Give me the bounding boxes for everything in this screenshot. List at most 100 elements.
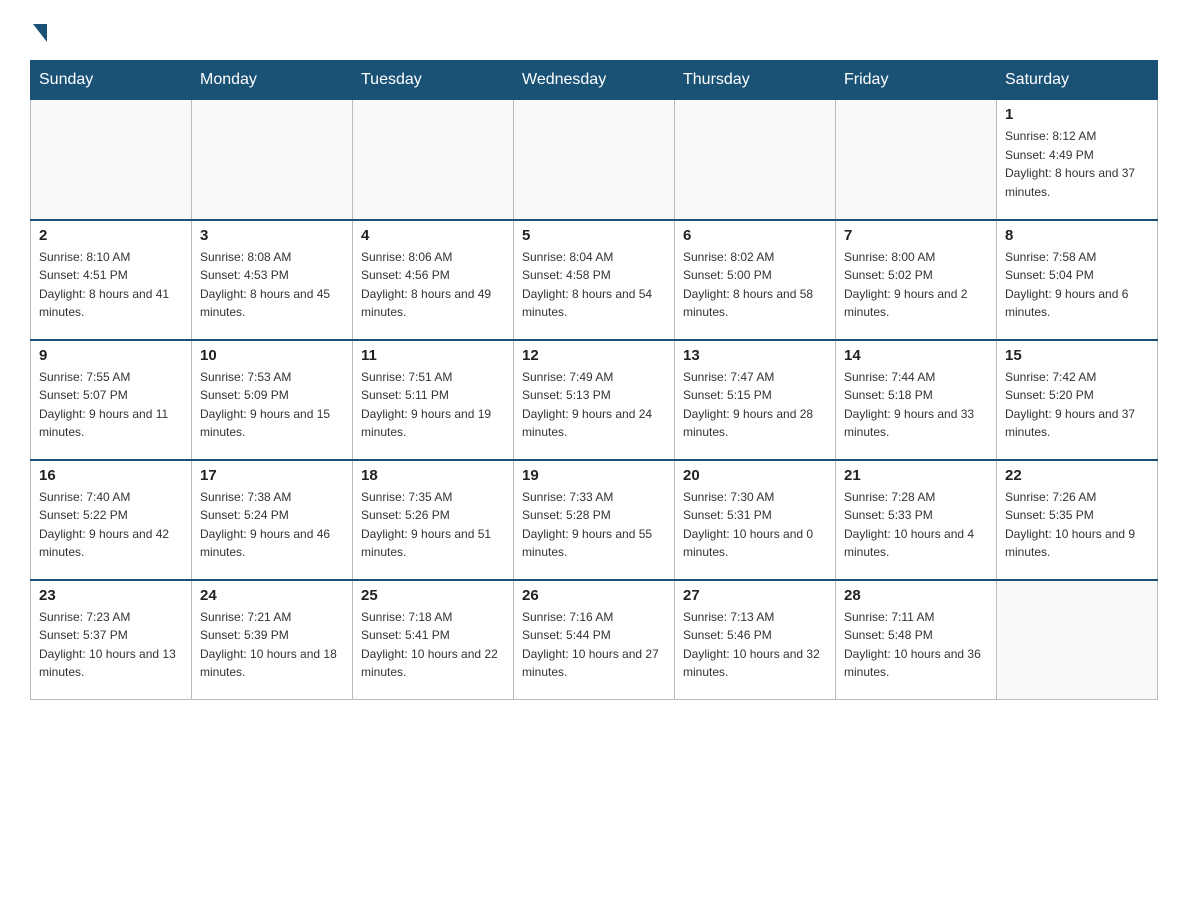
day-info: Sunrise: 8:02 AMSunset: 5:00 PMDaylight:… (683, 248, 827, 322)
day-number: 7 (844, 227, 988, 244)
day-info: Sunrise: 7:11 AMSunset: 5:48 PMDaylight:… (844, 608, 988, 682)
day-number: 19 (522, 467, 666, 484)
calendar-cell: 3 Sunrise: 8:08 AMSunset: 4:53 PMDaylight… (192, 220, 353, 340)
day-number: 26 (522, 587, 666, 604)
calendar-cell (353, 100, 514, 220)
day-number: 16 (39, 467, 183, 484)
weekday-header-saturday: Saturday (997, 61, 1158, 100)
day-info: Sunrise: 7:21 AMSunset: 5:39 PMDaylight:… (200, 608, 344, 682)
day-info: Sunrise: 7:58 AMSunset: 5:04 PMDaylight:… (1005, 248, 1149, 322)
weekday-header-thursday: Thursday (675, 61, 836, 100)
calendar-cell: 8 Sunrise: 7:58 AMSunset: 5:04 PMDaylight… (997, 220, 1158, 340)
calendar-cell (675, 100, 836, 220)
calendar-cell: 22 Sunrise: 7:26 AMSunset: 5:35 PMDayligh… (997, 460, 1158, 580)
weekday-header-wednesday: Wednesday (514, 61, 675, 100)
day-info: Sunrise: 8:06 AMSunset: 4:56 PMDaylight:… (361, 248, 505, 322)
day-number: 14 (844, 347, 988, 364)
day-number: 18 (361, 467, 505, 484)
calendar-cell (997, 580, 1158, 700)
day-info: Sunrise: 7:51 AMSunset: 5:11 PMDaylight:… (361, 368, 505, 442)
day-number: 4 (361, 227, 505, 244)
calendar-cell: 5 Sunrise: 8:04 AMSunset: 4:58 PMDaylight… (514, 220, 675, 340)
calendar-cell (31, 100, 192, 220)
calendar-cell: 23 Sunrise: 7:23 AMSunset: 5:37 PMDayligh… (31, 580, 192, 700)
calendar-week-5: 23 Sunrise: 7:23 AMSunset: 5:37 PMDayligh… (31, 580, 1158, 700)
day-number: 5 (522, 227, 666, 244)
day-info: Sunrise: 7:35 AMSunset: 5:26 PMDaylight:… (361, 488, 505, 562)
day-number: 13 (683, 347, 827, 364)
calendar-cell: 18 Sunrise: 7:35 AMSunset: 5:26 PMDayligh… (353, 460, 514, 580)
day-info: Sunrise: 7:13 AMSunset: 5:46 PMDaylight:… (683, 608, 827, 682)
calendar-cell: 19 Sunrise: 7:33 AMSunset: 5:28 PMDayligh… (514, 460, 675, 580)
day-number: 17 (200, 467, 344, 484)
calendar-cell: 1 Sunrise: 8:12 AMSunset: 4:49 PMDaylight… (997, 100, 1158, 220)
calendar-cell: 14 Sunrise: 7:44 AMSunset: 5:18 PMDayligh… (836, 340, 997, 460)
calendar-cell: 21 Sunrise: 7:28 AMSunset: 5:33 PMDayligh… (836, 460, 997, 580)
calendar-cell: 13 Sunrise: 7:47 AMSunset: 5:15 PMDayligh… (675, 340, 836, 460)
calendar-cell: 15Sunrise: 7:42 AMSunset: 5:20 PMDayligh… (997, 340, 1158, 460)
day-number: 8 (1005, 227, 1149, 244)
day-number: 27 (683, 587, 827, 604)
day-number: 28 (844, 587, 988, 604)
logo-arrow-icon (33, 24, 47, 42)
day-number: 21 (844, 467, 988, 484)
day-info: Sunrise: 7:18 AMSunset: 5:41 PMDaylight:… (361, 608, 505, 682)
calendar-cell: 12 Sunrise: 7:49 AMSunset: 5:13 PMDayligh… (514, 340, 675, 460)
calendar-cell: 6 Sunrise: 8:02 AMSunset: 5:00 PMDaylight… (675, 220, 836, 340)
day-info: Sunrise: 8:08 AMSunset: 4:53 PMDaylight:… (200, 248, 344, 322)
day-info: Sunrise: 7:53 AMSunset: 5:09 PMDaylight:… (200, 368, 344, 442)
day-info: Sunrise: 8:12 AMSunset: 4:49 PMDaylight:… (1005, 127, 1149, 201)
day-info: Sunrise: 7:40 AMSunset: 5:22 PMDaylight:… (39, 488, 183, 562)
weekday-header-tuesday: Tuesday (353, 61, 514, 100)
calendar-cell: 25 Sunrise: 7:18 AMSunset: 5:41 PMDayligh… (353, 580, 514, 700)
calendar-cell: 17 Sunrise: 7:38 AMSunset: 5:24 PMDayligh… (192, 460, 353, 580)
calendar-cell (514, 100, 675, 220)
weekday-header-sunday: Sunday (31, 61, 192, 100)
day-info: Sunrise: 7:26 AMSunset: 5:35 PMDaylight:… (1005, 488, 1149, 562)
day-number: 22 (1005, 467, 1149, 484)
day-number: 23 (39, 587, 183, 604)
day-info: Sunrise: 7:47 AMSunset: 5:15 PMDaylight:… (683, 368, 827, 442)
calendar-cell (836, 100, 997, 220)
day-number: 15 (1005, 347, 1149, 364)
day-info: Sunrise: 7:30 AMSunset: 5:31 PMDaylight:… (683, 488, 827, 562)
day-info: Sunrise: 8:10 AMSunset: 4:51 PMDaylight:… (39, 248, 183, 322)
day-number: 11 (361, 347, 505, 364)
day-info: Sunrise: 8:04 AMSunset: 4:58 PMDaylight:… (522, 248, 666, 322)
day-number: 24 (200, 587, 344, 604)
page-header (30, 20, 1158, 42)
calendar-week-3: 9 Sunrise: 7:55 AMSunset: 5:07 PMDaylight… (31, 340, 1158, 460)
day-number: 2 (39, 227, 183, 244)
day-number: 1 (1005, 106, 1149, 123)
day-info: Sunrise: 7:23 AMSunset: 5:37 PMDaylight:… (39, 608, 183, 682)
calendar-cell: 4 Sunrise: 8:06 AMSunset: 4:56 PMDaylight… (353, 220, 514, 340)
day-info: Sunrise: 7:49 AMSunset: 5:13 PMDaylight:… (522, 368, 666, 442)
calendar-cell: 10 Sunrise: 7:53 AMSunset: 5:09 PMDayligh… (192, 340, 353, 460)
calendar-cell: 24 Sunrise: 7:21 AMSunset: 5:39 PMDayligh… (192, 580, 353, 700)
calendar-cell (192, 100, 353, 220)
day-info: Sunrise: 7:16 AMSunset: 5:44 PMDaylight:… (522, 608, 666, 682)
day-info: Sunrise: 7:44 AMSunset: 5:18 PMDaylight:… (844, 368, 988, 442)
calendar-cell: 20Sunrise: 7:30 AMSunset: 5:31 PMDayligh… (675, 460, 836, 580)
calendar-cell: 7Sunrise: 8:00 AMSunset: 5:02 PMDaylight… (836, 220, 997, 340)
calendar-cell: 27 Sunrise: 7:13 AMSunset: 5:46 PMDayligh… (675, 580, 836, 700)
day-info: Sunrise: 7:38 AMSunset: 5:24 PMDaylight:… (200, 488, 344, 562)
calendar-header-row: SundayMondayTuesdayWednesdayThursdayFrid… (31, 61, 1158, 100)
calendar-week-4: 16 Sunrise: 7:40 AMSunset: 5:22 PMDayligh… (31, 460, 1158, 580)
calendar-cell: 9 Sunrise: 7:55 AMSunset: 5:07 PMDaylight… (31, 340, 192, 460)
calendar-week-1: 1 Sunrise: 8:12 AMSunset: 4:49 PMDaylight… (31, 100, 1158, 220)
day-number: 3 (200, 227, 344, 244)
day-number: 10 (200, 347, 344, 364)
day-number: 6 (683, 227, 827, 244)
calendar-cell: 2 Sunrise: 8:10 AMSunset: 4:51 PMDaylight… (31, 220, 192, 340)
calendar-cell: 16 Sunrise: 7:40 AMSunset: 5:22 PMDayligh… (31, 460, 192, 580)
calendar-cell: 26 Sunrise: 7:16 AMSunset: 5:44 PMDayligh… (514, 580, 675, 700)
day-info: Sunrise: 7:55 AMSunset: 5:07 PMDaylight:… (39, 368, 183, 442)
day-info: Sunrise: 7:33 AMSunset: 5:28 PMDaylight:… (522, 488, 666, 562)
day-info: Sunrise: 7:28 AMSunset: 5:33 PMDaylight:… (844, 488, 988, 562)
calendar-table: SundayMondayTuesdayWednesdayThursdayFrid… (30, 60, 1158, 700)
day-number: 9 (39, 347, 183, 364)
day-number: 12 (522, 347, 666, 364)
day-number: 25 (361, 587, 505, 604)
weekday-header-friday: Friday (836, 61, 997, 100)
